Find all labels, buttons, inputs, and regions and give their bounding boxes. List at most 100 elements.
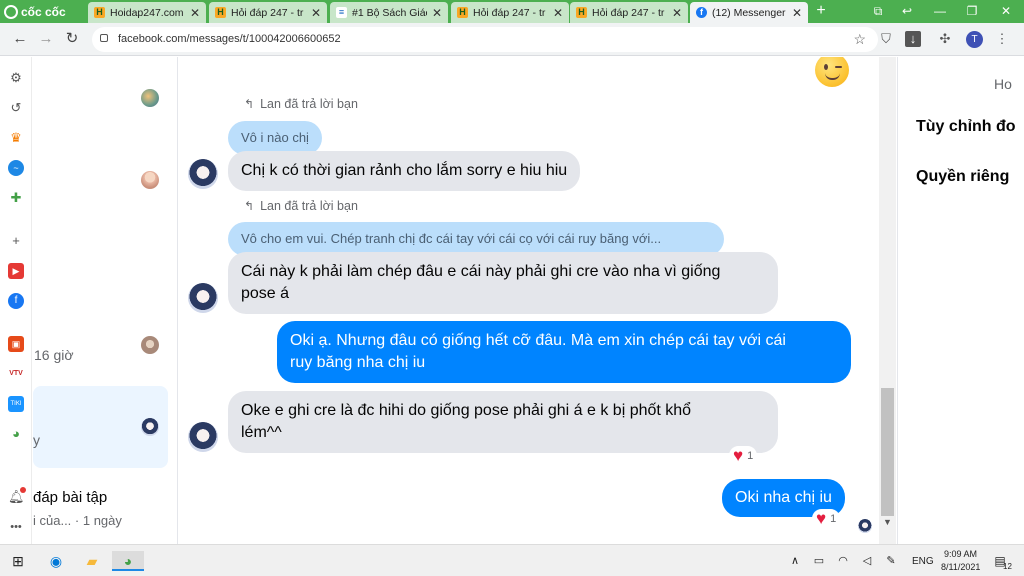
close-window-button[interactable]: ✕ xyxy=(996,3,1016,19)
extensions-icon[interactable]: ✣ xyxy=(937,31,953,47)
volume-icon[interactable]: ◁ xyxy=(860,551,874,571)
quoted-message[interactable]: Vô i nào chị xyxy=(228,121,322,155)
wifi-icon[interactable]: ◠ xyxy=(836,551,850,571)
url-field[interactable]: facebook.com/messages/t/100042006600652 … xyxy=(92,27,878,52)
coccoc-logo[interactable]: cốc cốc xyxy=(4,3,66,21)
customize-chat-item[interactable]: Tùy chỉnh đo xyxy=(916,118,1016,136)
quoted-message[interactable]: Vô cho em vui. Chép tranh chị đc cái tay… xyxy=(228,222,724,256)
tab-title: Hỏi đáp 247 - tr xyxy=(473,6,546,19)
clock-time[interactable]: 9:09 AM xyxy=(944,549,977,559)
shop-icon[interactable]: ▣ xyxy=(8,336,24,352)
seen-avatar xyxy=(858,519,872,533)
reaction-badge[interactable]: ♥ 1 xyxy=(729,446,758,465)
tab-sach-giao-khoa[interactable]: ≡ #1 Bộ Sách Giáo ✕ xyxy=(330,2,448,23)
coccoc-game-icon[interactable]: ◕ xyxy=(8,426,24,442)
bookmark-star-icon[interactable]: ☆ xyxy=(853,31,866,48)
minimize-button[interactable]: — xyxy=(930,3,950,19)
tab-hoidap-1[interactable]: H Hoidap247.com - tr ✕ xyxy=(88,2,206,23)
messenger-icon[interactable]: ~ xyxy=(8,160,24,176)
avatar[interactable] xyxy=(188,159,218,189)
gamepad-icon[interactable]: ✚ xyxy=(8,190,24,206)
incoming-message[interactable]: Cái này k phải làm chép đâu e cái này ph… xyxy=(228,252,778,314)
tab-hoidap-4[interactable]: H Hỏi đáp 247 - tr ✕ xyxy=(570,2,688,23)
close-tab-icon[interactable]: ✕ xyxy=(792,6,802,20)
restore-button[interactable]: ❐ xyxy=(962,3,982,19)
wink-emoji-icon xyxy=(815,57,849,87)
reaction-badge[interactable]: ♥ 1 xyxy=(812,509,841,528)
heart-icon: ♥ xyxy=(816,509,827,528)
reply-arrow-icon: ↰ xyxy=(244,199,255,213)
panel-partial-text: Ho xyxy=(994,76,1012,92)
language-indicator[interactable]: ENG xyxy=(912,556,934,567)
close-tab-icon[interactable]: ✕ xyxy=(553,6,563,20)
back-arrow-icon[interactable]: ↩ xyxy=(897,3,917,19)
close-tab-icon[interactable]: ✕ xyxy=(311,6,321,20)
message-text: Oki ạ. Nhưng đâu có giống hết cỡ đâu. Mà… xyxy=(290,332,786,349)
avatar[interactable] xyxy=(141,89,159,107)
edge-icon[interactable]: ◉ xyxy=(46,551,66,571)
history-icon[interactable]: ↺ xyxy=(8,100,24,116)
notification-count: 12 xyxy=(1003,562,1012,571)
windows-taskbar: ⊞ ◉ ▰ ◕ ∧ ▭ ◠ ◁ ✎ ENG 9:09 AM 8/11/2021 … xyxy=(0,544,1024,576)
avatar[interactable] xyxy=(188,422,218,452)
file-explorer-icon[interactable]: ▰ xyxy=(82,551,102,571)
new-tab-button[interactable]: + xyxy=(812,2,830,20)
reply-arrow-icon: ↰ xyxy=(244,97,255,111)
show-hidden-icons-chevron-icon[interactable]: ∧ xyxy=(788,551,802,571)
book-icon: ≡ xyxy=(336,7,347,18)
scroll-down-arrow-icon[interactable]: ▼ xyxy=(883,517,892,527)
facebook-icon[interactable]: f xyxy=(8,293,24,309)
avatar[interactable] xyxy=(188,283,218,313)
message-text: Oke e ghi cre là đc hihi do giống pose p… xyxy=(241,402,692,419)
avatar[interactable] xyxy=(141,336,159,354)
tab-messenger[interactable]: f (12) Messenger ✕ xyxy=(690,2,808,23)
settings-gear-icon[interactable]: ⚙ xyxy=(8,70,24,86)
reply-note: ↰ Lan đã trả lời bạn xyxy=(244,199,358,213)
message-text: lém^^ xyxy=(241,424,282,441)
scrollbar-thumb[interactable] xyxy=(881,388,894,516)
url-text[interactable]: facebook.com/messages/t/100042006600652 xyxy=(118,33,341,45)
screenshot-icon[interactable]: ⧉ xyxy=(868,3,888,19)
tiki-icon[interactable]: TIKI xyxy=(8,396,24,412)
hoidap-icon: H xyxy=(576,7,587,18)
hoidap-icon: H xyxy=(457,7,468,18)
message-text: ruy băng nha chị iu xyxy=(290,354,426,371)
youtube-icon[interactable]: ▶ xyxy=(8,263,24,279)
chat-item-title[interactable]: đáp bài tập xyxy=(33,489,107,506)
outgoing-message[interactable]: Oki ạ. Nhưng đâu có giống hết cỡ đâu. Mà… xyxy=(277,321,851,383)
vtv-icon[interactable]: VTV xyxy=(8,366,24,382)
coccoc-taskbar-icon[interactable]: ◕ xyxy=(112,551,144,571)
chat-snippet: y xyxy=(33,432,40,448)
more-icon[interactable]: ••• xyxy=(8,519,24,535)
browser-brand: cốc cốc xyxy=(21,5,66,19)
shield-icon[interactable]: ⛉ xyxy=(878,31,894,47)
hoidap-icon: H xyxy=(215,7,226,18)
profile-avatar[interactable]: T xyxy=(966,31,983,48)
close-tab-icon[interactable]: ✕ xyxy=(432,6,442,20)
incoming-message[interactable]: Chị k có thời gian rảnh cho lắm sorry e … xyxy=(228,151,581,191)
message-text: Chị k có thời gian rảnh cho lắm sorry e … xyxy=(241,162,568,179)
close-tab-icon[interactable]: ✕ xyxy=(672,6,682,20)
tab-hoidap-2[interactable]: H Hỏi đáp 247 - tr ✕ xyxy=(209,2,327,23)
close-tab-icon[interactable]: ✕ xyxy=(190,6,200,20)
crown-icon[interactable]: ♛ xyxy=(8,130,24,146)
avatar[interactable] xyxy=(141,171,159,189)
windows-start-icon[interactable]: ⊞ xyxy=(10,551,26,571)
pen-icon[interactable]: ✎ xyxy=(884,551,898,571)
reaction-count: 1 xyxy=(747,449,754,462)
back-button[interactable]: ← xyxy=(12,31,28,47)
privacy-support-item[interactable]: Quyền riêng xyxy=(916,168,1009,186)
tab-title: Hoidap247.com - tr xyxy=(110,6,185,19)
forward-button[interactable]: → xyxy=(38,31,54,47)
incoming-message[interactable]: Oke e ghi cre là đc hihi do giống pose p… xyxy=(228,391,778,453)
add-icon[interactable]: + xyxy=(8,233,24,249)
download-icon[interactable]: ↓ xyxy=(905,31,921,47)
message-text: Cái này k phải làm chép đâu e cái này ph… xyxy=(241,263,721,280)
clock-date[interactable]: 8/11/2021 xyxy=(941,562,980,572)
menu-icon[interactable]: ⋮ xyxy=(994,31,1010,47)
selected-chat-item[interactable]: y xyxy=(33,386,168,468)
quoted-text: Vô i nào chị xyxy=(241,130,309,145)
battery-icon[interactable]: ▭ xyxy=(812,551,826,571)
tab-hoidap-3[interactable]: H Hỏi đáp 247 - tr ✕ xyxy=(451,2,569,23)
reload-button[interactable]: ↻ xyxy=(64,31,80,47)
